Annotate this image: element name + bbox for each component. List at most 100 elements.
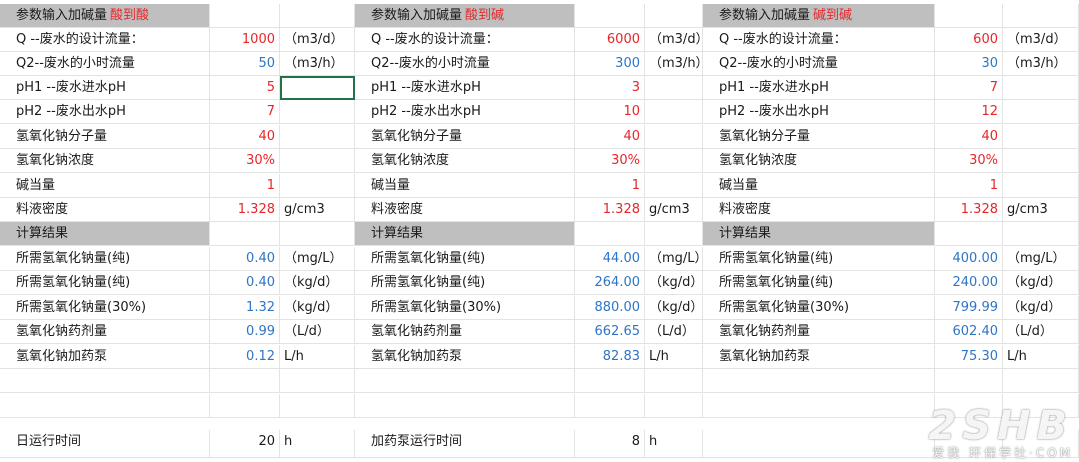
input-unit[interactable]: （m3/d）	[280, 28, 355, 52]
empty-cell[interactable]	[280, 369, 355, 393]
input-label[interactable]: 氢氧化钠浓度	[703, 149, 935, 173]
input-value[interactable]: 6000	[575, 28, 645, 52]
result-label[interactable]: 氢氧化钠药剂量	[703, 320, 935, 344]
results-header[interactable]: 计算结果	[703, 222, 935, 246]
result-label[interactable]: 所需氢氧化钠量(纯)	[355, 271, 575, 295]
input-unit[interactable]: g/cm3	[280, 198, 355, 222]
input-value[interactable]: 7	[210, 100, 280, 124]
input-label[interactable]: 氢氧化钠分子量	[355, 125, 575, 149]
header-empty-cell[interactable]	[1003, 4, 1079, 28]
result-unit[interactable]: （mg/L）	[280, 247, 355, 271]
empty-cell[interactable]	[703, 430, 935, 458]
input-unit[interactable]: （m3/h）	[1003, 52, 1079, 76]
result-label[interactable]: 所需氢氧化钠量(纯)	[355, 247, 575, 271]
footer-label[interactable]: 日运行时间	[0, 430, 210, 458]
input-unit[interactable]	[645, 149, 703, 173]
input-label[interactable]: 碱当量	[703, 174, 935, 198]
input-value[interactable]: 30%	[575, 149, 645, 173]
input-value[interactable]: 40	[210, 125, 280, 149]
result-value[interactable]: 662.65	[575, 320, 645, 344]
result-unit[interactable]: （L/d）	[1003, 320, 1079, 344]
result-unit[interactable]: （kg/d）	[280, 271, 355, 295]
result-label[interactable]: 所需氢氧化钠量(30%)	[355, 296, 575, 320]
input-label[interactable]: pH1 --废水进水pH	[355, 76, 575, 100]
input-unit[interactable]	[280, 100, 355, 124]
result-unit[interactable]: L/h	[645, 345, 703, 369]
input-value[interactable]: 5	[210, 76, 280, 100]
result-value[interactable]: 400.00	[935, 247, 1003, 271]
input-value[interactable]: 12	[935, 100, 1003, 124]
section-header[interactable]: 参数输入加碱量 碱到碱	[703, 4, 935, 28]
result-label[interactable]: 氢氧化钠药剂量	[355, 320, 575, 344]
selected-cell[interactable]	[280, 76, 355, 100]
empty-cell[interactable]	[0, 394, 210, 418]
input-unit[interactable]	[280, 125, 355, 149]
input-unit[interactable]	[280, 174, 355, 198]
result-value[interactable]: 82.83	[575, 345, 645, 369]
input-label[interactable]: pH1 --废水进水pH	[703, 76, 935, 100]
result-unit[interactable]: L/h	[280, 345, 355, 369]
header-empty-cell[interactable]	[575, 222, 645, 246]
empty-cell[interactable]	[355, 369, 575, 393]
input-unit[interactable]	[645, 100, 703, 124]
empty-cell[interactable]	[703, 369, 935, 393]
result-label[interactable]: 所需氢氧化钠量(纯)	[0, 247, 210, 271]
result-label[interactable]: 氢氧化钠加药泵	[703, 345, 935, 369]
result-label[interactable]: 所需氢氧化钠量(纯)	[703, 271, 935, 295]
result-value[interactable]: 0.40	[210, 247, 280, 271]
result-value[interactable]: 1.32	[210, 296, 280, 320]
result-value[interactable]: 240.00	[935, 271, 1003, 295]
input-unit[interactable]: （m3/h）	[280, 52, 355, 76]
result-label[interactable]: 所需氢氧化钠量(30%)	[0, 296, 210, 320]
result-label[interactable]: 所需氢氧化钠量(30%)	[703, 296, 935, 320]
result-value[interactable]: 602.40	[935, 320, 1003, 344]
input-label[interactable]: pH2 --废水出水pH	[355, 100, 575, 124]
input-value[interactable]: 40	[575, 125, 645, 149]
input-value[interactable]: 40	[935, 125, 1003, 149]
empty-cell[interactable]	[935, 369, 1003, 393]
input-label[interactable]: Q --废水的设计流量：	[0, 28, 210, 52]
result-unit[interactable]: （L/d）	[280, 320, 355, 344]
result-value[interactable]: 44.00	[575, 247, 645, 271]
input-label[interactable]: Q --废水的设计流量：	[355, 28, 575, 52]
header-empty-cell[interactable]	[210, 222, 280, 246]
input-unit[interactable]	[1003, 174, 1079, 198]
input-unit[interactable]	[1003, 100, 1079, 124]
input-label[interactable]: 料液密度	[703, 198, 935, 222]
input-unit[interactable]	[645, 76, 703, 100]
result-label[interactable]: 所需氢氧化钠量(纯)	[703, 247, 935, 271]
input-value[interactable]: 3	[575, 76, 645, 100]
result-value[interactable]: 799.99	[935, 296, 1003, 320]
empty-cell[interactable]	[1003, 369, 1079, 393]
result-unit[interactable]: （kg/d）	[1003, 296, 1079, 320]
input-value[interactable]: 600	[935, 28, 1003, 52]
input-unit[interactable]	[1003, 76, 1079, 100]
result-unit[interactable]: （kg/d）	[280, 296, 355, 320]
input-label[interactable]: 氢氧化钠浓度	[355, 149, 575, 173]
input-value[interactable]: 1.328	[210, 198, 280, 222]
input-value[interactable]: 300	[575, 52, 645, 76]
input-value[interactable]: 1	[210, 174, 280, 198]
input-label[interactable]: Q2--废水的小时流量	[703, 52, 935, 76]
footer-unit[interactable]: h	[645, 430, 703, 458]
empty-cell[interactable]	[645, 394, 703, 418]
header-empty-cell[interactable]	[645, 222, 703, 246]
result-value[interactable]: 264.00	[575, 271, 645, 295]
results-header[interactable]: 计算结果	[355, 222, 575, 246]
input-value[interactable]: 10	[575, 100, 645, 124]
input-value[interactable]: 1	[935, 174, 1003, 198]
header-empty-cell[interactable]	[280, 222, 355, 246]
result-unit[interactable]: L/h	[1003, 345, 1079, 369]
header-empty-cell[interactable]	[935, 222, 1003, 246]
empty-cell[interactable]	[703, 394, 935, 418]
input-label[interactable]: pH2 --废水出水pH	[0, 100, 210, 124]
input-unit[interactable]	[645, 125, 703, 149]
header-empty-cell[interactable]	[210, 4, 280, 28]
input-unit[interactable]: （m3/h）	[645, 52, 709, 76]
result-label[interactable]: 氢氧化钠药剂量	[0, 320, 210, 344]
empty-cell[interactable]	[210, 394, 280, 418]
header-empty-cell[interactable]	[935, 4, 1003, 28]
input-label[interactable]: pH1 --废水进水pH	[0, 76, 210, 100]
result-value[interactable]: 0.40	[210, 271, 280, 295]
empty-cell[interactable]	[210, 369, 280, 393]
